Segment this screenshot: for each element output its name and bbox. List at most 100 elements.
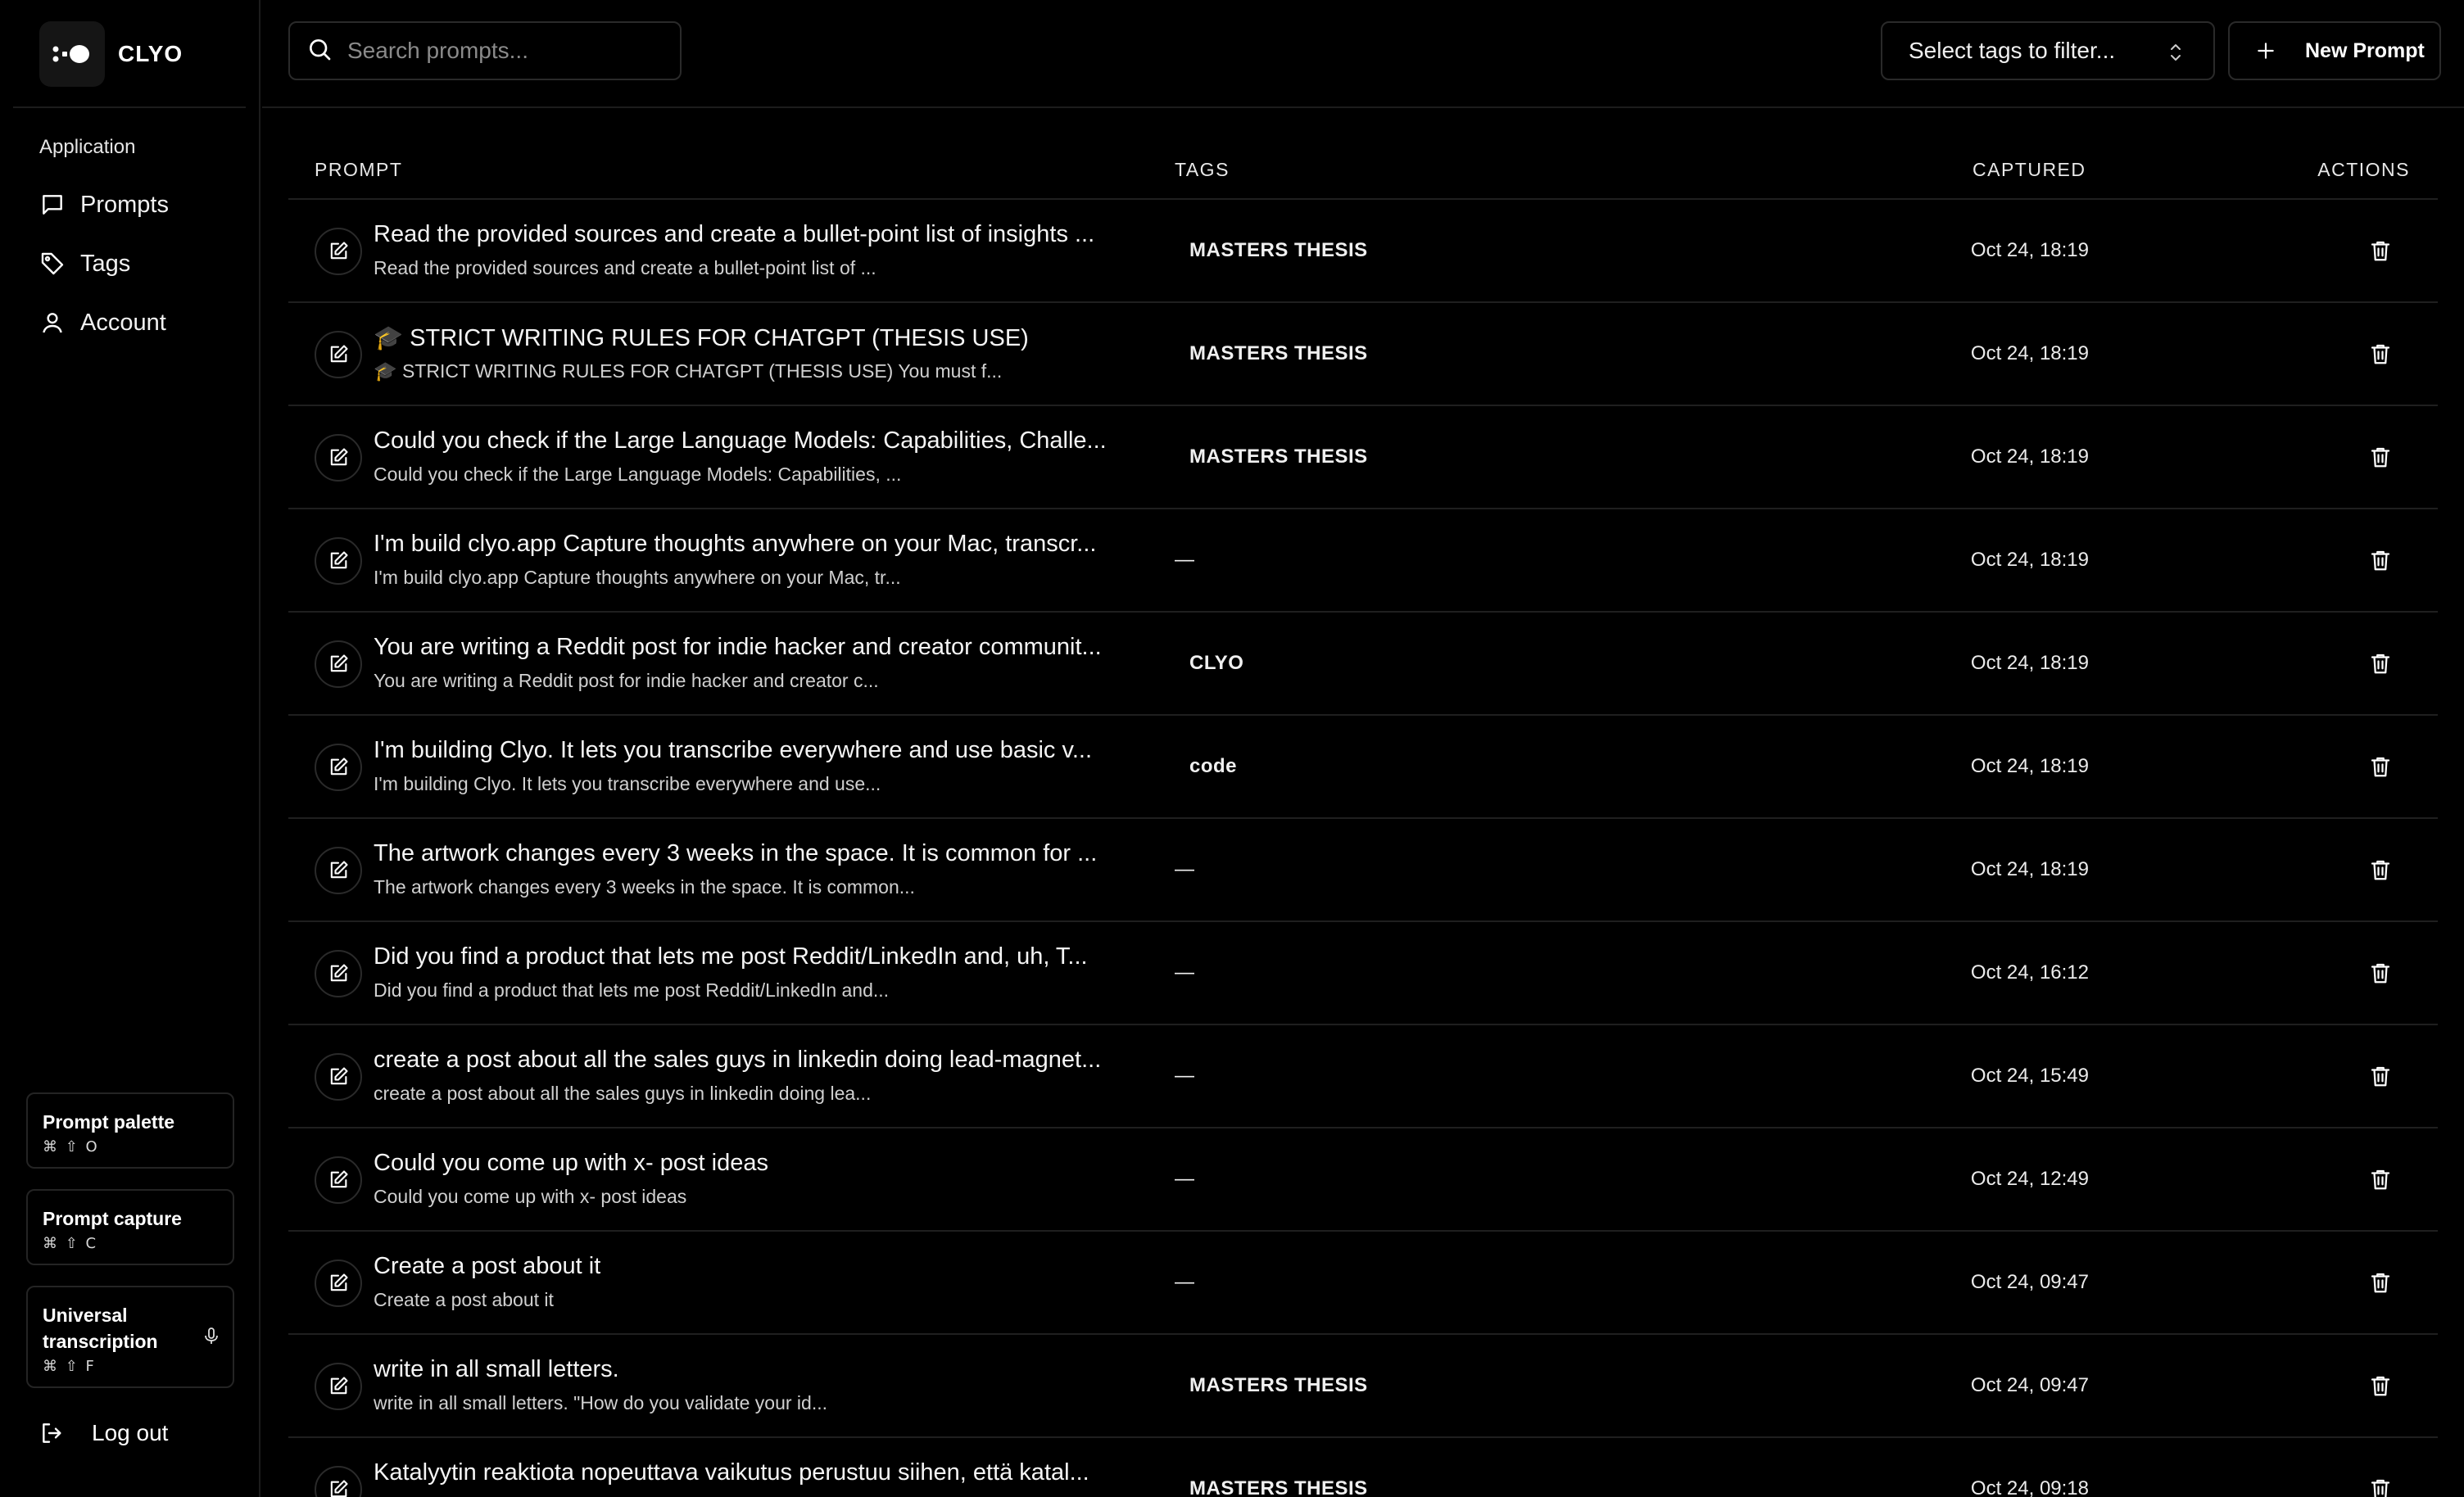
delete-trash-icon[interactable] xyxy=(2364,853,2397,886)
prompt-title: Did you find a product that lets me post… xyxy=(374,943,1088,970)
captured-date: Oct 24, 18:19 xyxy=(1970,858,2089,880)
prompt-title: I'm building Clyo. It lets you transcrib… xyxy=(374,737,1093,763)
captured-date: Oct 24, 09:47 xyxy=(1970,1374,2089,1396)
prompt-tag: — xyxy=(1175,1168,1195,1190)
shortcut-title: Universal transcription xyxy=(43,1305,158,1352)
prompt-title: write in all small letters. xyxy=(374,1356,619,1382)
delete-trash-icon[interactable] xyxy=(2364,544,2397,577)
brand[interactable]: CLYO xyxy=(39,21,183,87)
tag-icon xyxy=(36,247,69,280)
table-row[interactable]: Did you find a product that lets me post… xyxy=(288,922,2438,1025)
edit-prompt-icon[interactable] xyxy=(315,1053,362,1101)
edit-prompt-icon[interactable] xyxy=(315,744,362,791)
captured-date: Oct 24, 18:19 xyxy=(1970,342,2089,364)
delete-trash-icon[interactable] xyxy=(2364,647,2397,680)
captured-date: Oct 24, 16:12 xyxy=(1970,961,2089,984)
delete-trash-icon[interactable] xyxy=(2364,441,2397,473)
new-prompt-button[interactable]: New Prompt xyxy=(2228,21,2441,80)
chevron-up-down-icon xyxy=(2167,41,2184,70)
column-header-tags: TAGS xyxy=(1175,158,1230,180)
edit-prompt-icon[interactable] xyxy=(315,1363,362,1410)
prompt-preview: write in all small letters. "How do you … xyxy=(374,1392,827,1413)
table-row[interactable]: Could you check if the Large Language Mo… xyxy=(288,406,2438,509)
prompt-title: 🎓 STRICT WRITING RULES FOR CHATGPT (THES… xyxy=(374,325,1029,351)
shortcut-prompt-palette[interactable]: Prompt palette ⌘ ⇧ O xyxy=(26,1092,234,1169)
user-icon xyxy=(36,306,69,339)
delete-trash-icon[interactable] xyxy=(2364,957,2397,989)
prompt-preview: 🎓 STRICT WRITING RULES FOR CHATGPT (THES… xyxy=(374,360,1003,382)
shortcut-prompt-capture[interactable]: Prompt capture ⌘ ⇧ C xyxy=(26,1189,234,1265)
delete-trash-icon[interactable] xyxy=(2364,234,2397,267)
prompt-tag: MASTERS THESIS xyxy=(1189,239,1368,261)
sidebar-item-label: Account xyxy=(80,309,166,336)
prompt-title: You are writing a Reddit post for indie … xyxy=(374,634,1102,660)
shortcut-universal-transcription[interactable]: Universal transcription ⌘ ⇧ F xyxy=(26,1286,234,1388)
edit-prompt-icon[interactable] xyxy=(315,537,362,585)
table-row[interactable]: You are writing a Reddit post for indie … xyxy=(288,613,2438,716)
prompt-title: Read the provided sources and create a b… xyxy=(374,221,1095,247)
table-body: Read the provided sources and create a b… xyxy=(288,200,2438,1497)
edit-prompt-icon[interactable] xyxy=(315,1156,362,1204)
table-row[interactable]: I'm building Clyo. It lets you transcrib… xyxy=(288,716,2438,819)
edit-prompt-icon[interactable] xyxy=(315,331,362,378)
table-row[interactable]: I'm build clyo.app Capture thoughts anyw… xyxy=(288,509,2438,613)
edit-prompt-icon[interactable] xyxy=(315,434,362,482)
logout-button[interactable]: Log out xyxy=(36,1410,168,1456)
tag-filter-select[interactable]: Select tags to filter... xyxy=(1881,21,2215,80)
logout-label: Log out xyxy=(92,1420,169,1445)
plus-icon xyxy=(2253,38,2279,64)
table-row[interactable]: 🎓 STRICT WRITING RULES FOR CHATGPT (THES… xyxy=(288,303,2438,406)
table-row[interactable]: create a post about all the sales guys i… xyxy=(288,1025,2438,1128)
delete-trash-icon[interactable] xyxy=(2364,1266,2397,1299)
delete-trash-icon[interactable] xyxy=(2364,337,2397,370)
prompt-tag: — xyxy=(1175,858,1195,880)
shortcut-title: Prompt capture xyxy=(43,1208,182,1229)
shortcut-keys: ⌘ ⇧ C xyxy=(43,1235,98,1252)
sidebar-item-prompts[interactable]: Prompts xyxy=(36,175,249,234)
prompt-tag: — xyxy=(1175,549,1195,571)
sidebar-item-tags[interactable]: Tags xyxy=(36,234,249,293)
table-row[interactable]: Read the provided sources and create a b… xyxy=(288,200,2438,303)
captured-date: Oct 24, 18:19 xyxy=(1970,755,2089,777)
prompt-preview: Could you come up with x- post ideas xyxy=(374,1186,687,1207)
search-box[interactable] xyxy=(288,21,682,80)
table-row[interactable]: Could you come up with x- post ideas Coul… xyxy=(288,1128,2438,1232)
captured-date: Oct 24, 15:49 xyxy=(1970,1065,2089,1087)
delete-trash-icon[interactable] xyxy=(2364,1369,2397,1402)
prompt-title: Could you come up with x- post ideas xyxy=(374,1150,768,1176)
edit-prompt-icon[interactable] xyxy=(315,950,362,997)
prompt-tag: MASTERS THESIS xyxy=(1189,342,1368,364)
prompt-title: Katalyytin reaktiota nopeuttava vaikutus… xyxy=(374,1459,1089,1486)
delete-trash-icon[interactable] xyxy=(2364,1163,2397,1196)
prompt-tag: MASTERS THESIS xyxy=(1189,1477,1368,1497)
prompt-preview: I'm build clyo.app Capture thoughts anyw… xyxy=(374,567,901,588)
captured-date: Oct 24, 18:19 xyxy=(1970,652,2089,674)
table-row[interactable]: write in all small letters. write in all … xyxy=(288,1335,2438,1438)
brand-name: CLYO xyxy=(118,41,183,66)
delete-trash-icon[interactable] xyxy=(2364,750,2397,783)
tag-filter-label: Select tags to filter... xyxy=(1909,38,2116,63)
search-input[interactable] xyxy=(347,38,659,64)
prompt-preview: You are writing a Reddit post for indie … xyxy=(374,670,879,691)
search-icon xyxy=(306,36,333,66)
divider xyxy=(13,106,246,108)
captured-date: Oct 24, 09:18 xyxy=(1970,1477,2089,1497)
prompt-tag: — xyxy=(1175,1065,1195,1087)
delete-trash-icon[interactable] xyxy=(2364,1472,2397,1497)
delete-trash-icon[interactable] xyxy=(2364,1060,2397,1092)
sidebar-item-label: Tags xyxy=(80,250,131,277)
edit-prompt-icon[interactable] xyxy=(315,640,362,688)
table-row[interactable]: Katalyytin reaktiota nopeuttava vaikutus… xyxy=(288,1438,2438,1497)
edit-prompt-icon[interactable] xyxy=(315,1466,362,1497)
sidebar-nav: Prompts Tags Account xyxy=(36,175,249,352)
table-row[interactable]: Create a post about it Create a post abou… xyxy=(288,1232,2438,1335)
table-row[interactable]: The artwork changes every 3 weeks in the… xyxy=(288,819,2438,922)
edit-prompt-icon[interactable] xyxy=(315,228,362,275)
prompt-tag: — xyxy=(1175,1271,1195,1293)
edit-prompt-icon[interactable] xyxy=(315,847,362,894)
edit-prompt-icon[interactable] xyxy=(315,1260,362,1307)
topbar: Select tags to filter... New Prompt xyxy=(262,0,2464,108)
sidebar-item-account[interactable]: Account xyxy=(36,293,249,352)
microphone-icon xyxy=(203,1327,220,1350)
prompt-preview: The artwork changes every 3 weeks in the… xyxy=(374,876,915,898)
